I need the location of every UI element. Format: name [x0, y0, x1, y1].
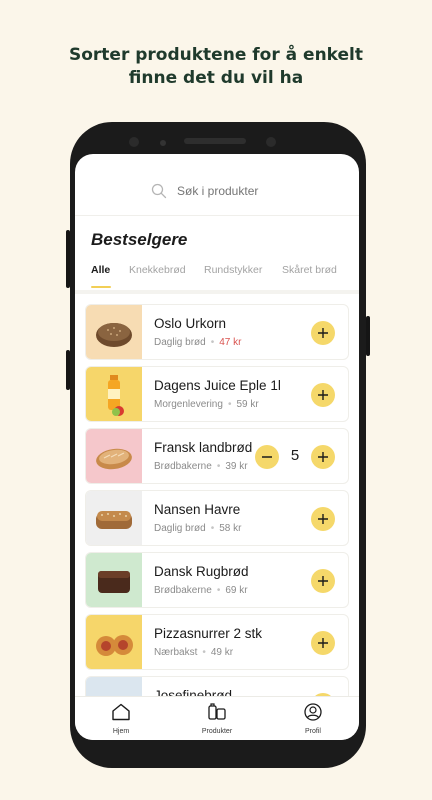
tab-knekkebrod[interactable]: Knekkebrød [129, 264, 186, 282]
home-icon [112, 703, 130, 721]
bottom-navigation: Hjem Produkter Profil [75, 696, 359, 740]
product-meta: Nærbakst • 49 kr [154, 647, 233, 658]
separator-dot: • [210, 523, 215, 534]
phone-camera [266, 137, 276, 147]
add-button[interactable] [311, 569, 335, 593]
tab-rundstykker[interactable]: Rundstykker [204, 264, 262, 282]
headline-line-1: Sorter produktene for å enkelt [68, 45, 363, 65]
product-category: Brødbakerne [154, 585, 212, 596]
product-image [86, 491, 142, 545]
product-category: Daglig brød [154, 337, 206, 348]
product-name: Dagens Juice Eple 1l [154, 378, 281, 393]
product-category: Nærbakst [154, 647, 198, 658]
product-meta: Daglig brød • 58 kr [154, 523, 241, 534]
divider [75, 290, 359, 294]
nav-label: Hjem [112, 728, 130, 735]
nav-home[interactable]: Hjem [91, 703, 151, 735]
product-price: 69 kr [225, 585, 248, 596]
products-icon [208, 703, 226, 720]
plus-icon [318, 576, 328, 586]
product-price: 58 kr [219, 523, 242, 534]
product-card[interactable]: Fransk landbrød Brødbakerne • 39 kr 5 [85, 428, 349, 484]
nav-profile[interactable]: Profil [283, 703, 343, 735]
add-button[interactable] [311, 383, 335, 407]
plus-icon [318, 514, 328, 524]
search-input[interactable] [177, 184, 337, 198]
phone-side-button [366, 316, 370, 356]
add-button[interactable] [311, 507, 335, 531]
product-image [86, 553, 142, 607]
product-image [86, 429, 142, 483]
product-price: 47 kr [219, 337, 242, 348]
product-price: 59 kr [236, 399, 259, 410]
separator-dot: • [202, 647, 206, 658]
search-icon [151, 183, 167, 199]
add-button[interactable] [311, 631, 335, 655]
product-meta: Brødbakerne • 69 kr [154, 585, 248, 596]
product-meta: Daglig brød • 47 kr [154, 337, 241, 348]
product-name: Fransk landbrød [154, 440, 253, 455]
product-name: Dansk Rugbrød [154, 564, 249, 579]
product-card[interactable]: Dagens Juice Eple 1l Morgenlevering • 59 k… [85, 366, 349, 422]
product-category: Brødbakerne [154, 461, 212, 472]
nav-label: Profil [305, 728, 321, 735]
tab-skaret-brod[interactable]: Skåret brød [282, 264, 337, 282]
plus-icon [318, 390, 328, 400]
decrease-button[interactable] [255, 445, 279, 469]
product-price: 49 kr [210, 647, 234, 658]
product-card[interactable]: Pizzasnurrer 2 stk Nærbakst • 49 kr [85, 614, 349, 670]
product-card[interactable]: Dansk Rugbrød Brødbakerne • 69 kr [85, 552, 349, 608]
minus-icon [262, 456, 272, 458]
separator-dot: • [216, 585, 221, 596]
headline-line-2: finne det du vil ha [128, 68, 304, 88]
headline: Sorter produktene for å enkelt finne det… [0, 44, 432, 90]
product-name: Nansen Havre [154, 502, 241, 517]
product-category: Morgenlevering [154, 399, 223, 410]
product-image [86, 367, 142, 421]
product-card[interactable]: Oslo Urkorn Daglig brød • 47 kr [85, 304, 349, 360]
active-tab-indicator [91, 286, 111, 288]
plus-icon [318, 452, 328, 462]
search-bar[interactable] [75, 154, 359, 216]
product-name: Oslo Urkorn [154, 316, 227, 331]
section-title: Bestselgere [91, 230, 188, 249]
nav-products[interactable]: Produkter [187, 703, 247, 735]
app-screen: Bestselgere Alle Knekkebrød Rundstykker … [75, 154, 359, 740]
separator-dot: • [210, 337, 215, 348]
product-image [86, 615, 142, 669]
product-meta: Brødbakerne • 39 kr [154, 461, 248, 472]
quantity-value: 5 [290, 447, 300, 464]
product-image [86, 305, 142, 359]
tab-alle[interactable]: Alle [91, 264, 110, 282]
profile-icon [304, 703, 322, 721]
product-category: Daglig brød [154, 523, 206, 534]
separator-dot: • [227, 399, 232, 410]
phone-camera [129, 137, 139, 147]
phone-sensor [160, 140, 166, 146]
plus-icon [318, 328, 328, 338]
product-card[interactable]: Nansen Havre Daglig brød • 58 kr [85, 490, 349, 546]
nav-label: Produkter [201, 728, 233, 735]
add-button[interactable] [311, 321, 335, 345]
phone-speaker [184, 138, 246, 144]
increase-button[interactable] [311, 445, 335, 469]
plus-icon [318, 638, 328, 648]
product-meta: Morgenlevering • 59 kr [154, 399, 259, 410]
product-price: 39 kr [225, 461, 248, 472]
product-name: Pizzasnurrer 2 stk [154, 626, 263, 641]
separator-dot: • [216, 461, 221, 472]
